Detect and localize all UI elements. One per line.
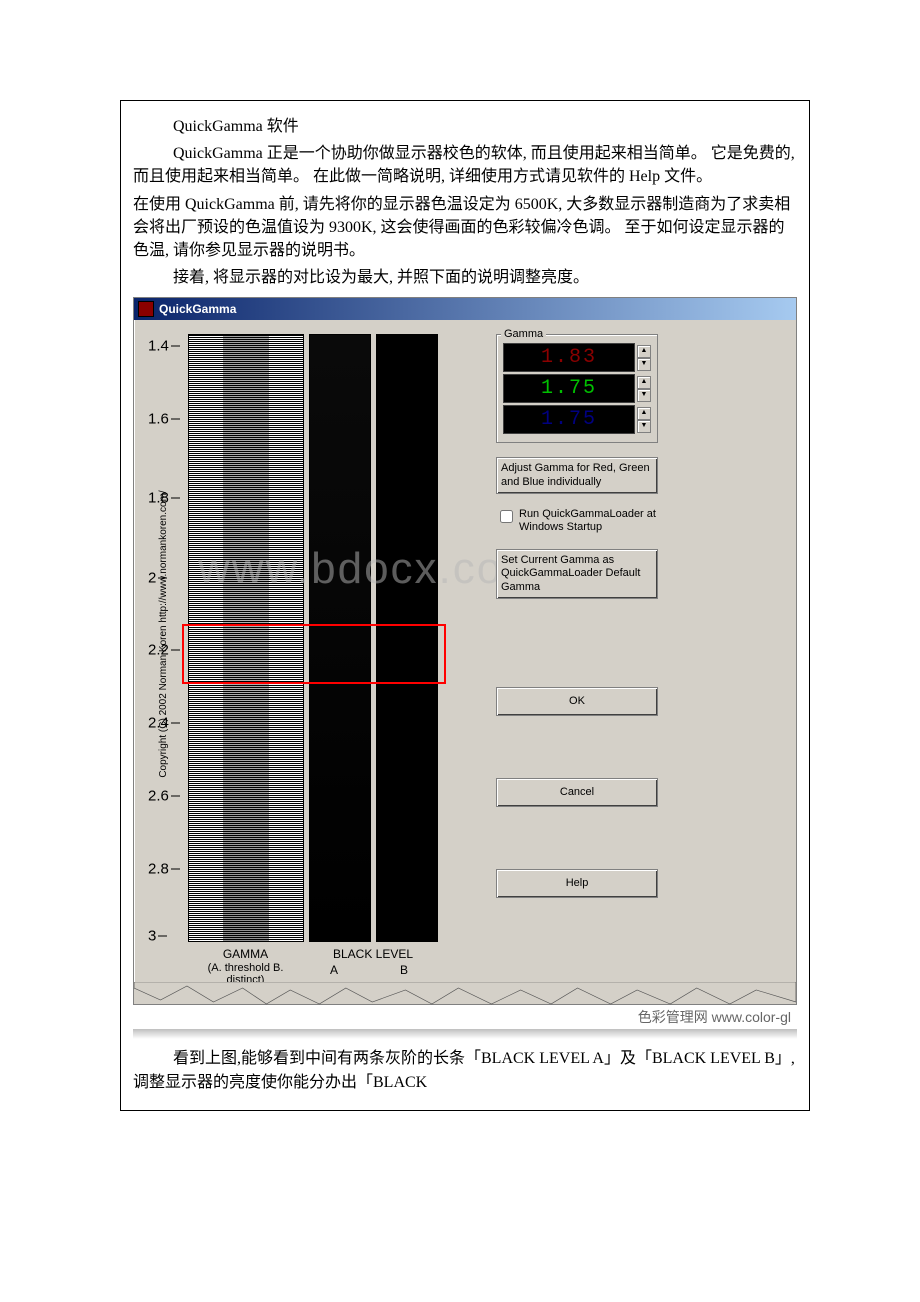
spin-down-icon[interactable]: ▼ [637,420,651,433]
doc-title: QuickGamma 软件 [133,115,797,138]
document-frame: QuickGamma 软件 QuickGamma 正是一个协助你做显示器校色的软… [120,100,810,1111]
chart-labels: GAMMA (A. threshold B. distinct) BLACK L… [148,947,446,982]
controls-panel: Gamma 1.83 ▲ ▼ 1.75 ▲ ▼ [496,334,658,982]
highlight-2.2 [182,624,446,684]
quickgamma-window: QuickGamma 1.4 1.6 1.8 2 2.2 2.4 2.6 2.8… [133,297,797,1005]
gamma-group-label: Gamma [501,328,546,340]
gamma-chart: 1.4 1.6 1.8 2 2.2 2.4 2.6 2.8 3 Copyrigh… [148,334,446,982]
drop-shadow [133,1029,797,1039]
run-loader-label: Run QuickGammaLoader at Windows Startup [519,508,658,536]
paragraph-4: 看到上图,能够看到中间有两条灰阶的长条「BLACK LEVEL A」及「BLAC… [133,1047,797,1093]
gamma-red-spinner[interactable]: ▲ ▼ [637,345,651,371]
run-loader-checkbox[interactable]: Run QuickGammaLoader at Windows Startup [496,508,658,536]
gamma-green-value: 1.75 [503,374,635,403]
paragraph-2: 在使用 QuickGamma 前, 请先将你的显示器色温设定为 6500K, 大… [133,193,797,263]
ok-button[interactable]: OK [496,687,658,716]
label-gamma: GAMMA [188,947,303,961]
gamma-red-value: 1.83 [503,343,635,372]
help-button[interactable]: Help [496,869,658,898]
torn-edge [134,982,796,1004]
spin-down-icon[interactable]: ▼ [637,389,651,402]
spin-up-icon[interactable]: ▲ [637,407,651,420]
gamma-blue-value: 1.75 [503,405,635,434]
spin-down-icon[interactable]: ▼ [637,358,651,371]
gamma-green-spinner[interactable]: ▲ ▼ [637,376,651,402]
adjust-individually-button[interactable]: Adjust Gamma for Red, Green and Blue ind… [496,457,658,493]
copyright-vertical: Copyright (C) 2002 Norman Koren http://w… [158,354,169,914]
spin-up-icon[interactable]: ▲ [637,345,651,358]
label-black-b: B [400,963,408,977]
gamma-blue-spinner[interactable]: ▲ ▼ [637,407,651,433]
run-loader-input[interactable] [500,510,513,523]
cancel-button[interactable]: Cancel [496,778,658,807]
set-default-gamma-button[interactable]: Set Current Gamma as QuickGammaLoader De… [496,549,658,599]
window-title: QuickGamma [159,302,236,316]
paragraph-1: QuickGamma 正是一个协助你做显示器校色的软体, 而且使用起来相当简单。… [133,142,797,188]
app-icon [138,301,154,317]
tick-3.0: 3 [148,928,167,945]
spin-up-icon[interactable]: ▲ [637,376,651,389]
window-titlebar[interactable]: QuickGamma [134,298,796,320]
tick-1.4: 1.4 [148,338,180,355]
label-black-a: A [330,963,338,977]
paragraph-3: 接着, 将显示器的对比设为最大, 并照下面的说明调整亮度。 [133,266,797,289]
label-black-level: BLACK LEVEL [309,947,437,961]
gamma-group: Gamma 1.83 ▲ ▼ 1.75 ▲ ▼ [496,334,658,443]
